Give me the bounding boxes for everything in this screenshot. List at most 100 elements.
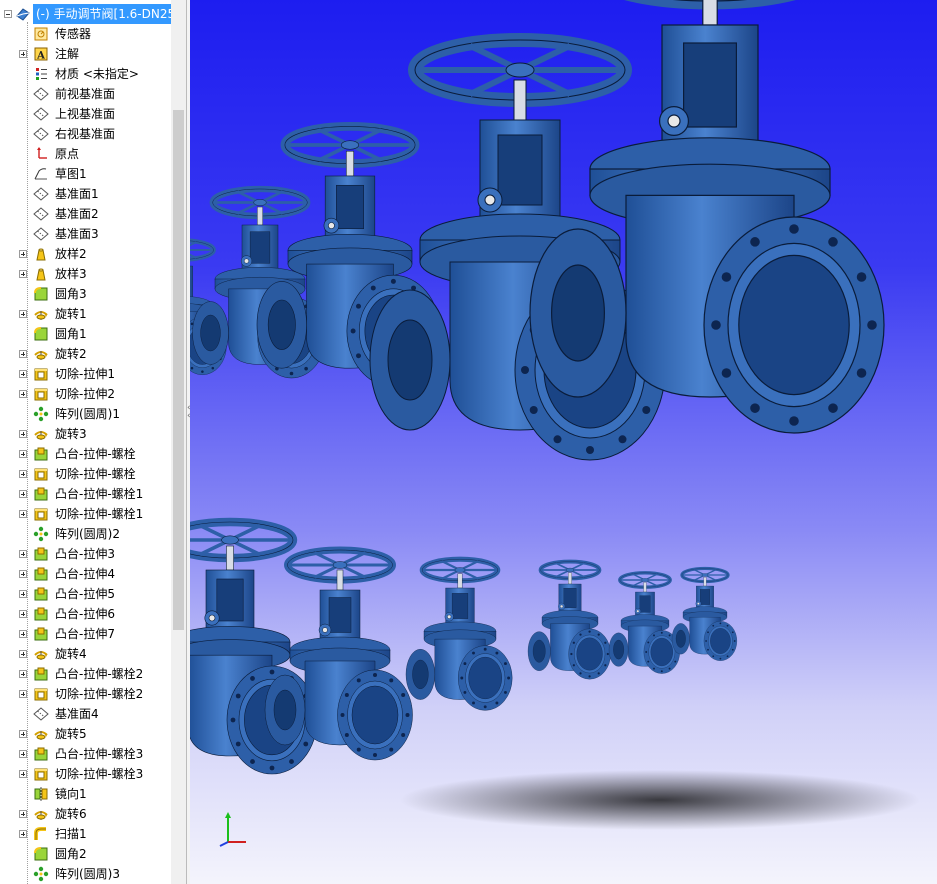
tree-item-label: 右视基准面 xyxy=(55,127,116,141)
expand-icon[interactable] xyxy=(19,650,27,658)
expand-icon[interactable] xyxy=(19,50,27,58)
tree-item-label: 旋转5 xyxy=(55,727,87,741)
expand-icon[interactable] xyxy=(19,490,27,498)
tree-root-part[interactable]: (-) 手动调节阀[1.6-DN25 xyxy=(0,4,179,24)
gate-valve-model xyxy=(527,559,611,680)
expand-icon[interactable] xyxy=(19,390,27,398)
gate-valve-model xyxy=(608,571,680,674)
svg-text:A: A xyxy=(36,51,45,62)
tree-item-label: 凸台-拉伸4 xyxy=(55,567,115,581)
revolve-icon xyxy=(34,311,48,320)
tree-item-label: 凸台-拉伸-螺栓3 xyxy=(55,747,144,761)
tree-item-label: 旋转2 xyxy=(55,347,87,361)
gate-valve-model xyxy=(671,566,738,661)
expand-icon[interactable] xyxy=(19,630,27,638)
expand-icon[interactable] xyxy=(19,250,27,258)
sensor-icon xyxy=(34,27,48,41)
expand-icon[interactable] xyxy=(19,730,27,738)
tree-scrollbar[interactable] xyxy=(171,0,186,884)
tree-item-label: 阵列(圆周)3 xyxy=(55,867,120,881)
tree-item-label: 凸台-拉伸3 xyxy=(55,547,115,561)
tree-item-label: 基准面4 xyxy=(55,707,99,721)
tree-item-label: 凸台-拉伸-螺栓 xyxy=(55,447,136,461)
tree-item-label: 切除-拉伸1 xyxy=(55,367,115,381)
expand-icon[interactable] xyxy=(19,350,27,358)
tree-item-label: 切除-拉伸-螺栓3 xyxy=(55,767,144,781)
plane-icon xyxy=(33,187,49,201)
gate-valve-model xyxy=(529,0,885,434)
tree-item-label: 圆角1 xyxy=(55,327,87,341)
tree-item-label: 扫描1 xyxy=(55,827,87,841)
expand-icon[interactable] xyxy=(19,450,27,458)
tree-item-label: 基准面3 xyxy=(55,227,99,241)
tree-item-label: 基准面1 xyxy=(55,187,99,201)
sweep-icon xyxy=(34,827,46,840)
collapse-icon[interactable] xyxy=(4,10,12,18)
tree-item-label: 注解 xyxy=(55,47,80,61)
expand-icon[interactable] xyxy=(19,550,27,558)
expand-icon[interactable] xyxy=(19,370,27,378)
plane-icon xyxy=(33,127,49,141)
expand-icon[interactable] xyxy=(19,310,27,318)
loft-icon xyxy=(36,248,46,261)
tree-item-label: 切除-拉伸2 xyxy=(55,387,115,401)
expand-icon[interactable] xyxy=(19,470,27,478)
tree-item-label: 放样2 xyxy=(55,247,87,261)
tree-item-label: 切除-拉伸-螺栓2 xyxy=(55,687,144,701)
tree-item-label: 基准面2 xyxy=(55,207,99,221)
expand-icon[interactable] xyxy=(19,270,27,278)
expand-icon[interactable] xyxy=(19,810,27,818)
boss-extrude-icon xyxy=(34,667,48,681)
cut-extrude-icon xyxy=(34,468,48,481)
tree-item-label: 传感器 xyxy=(55,27,92,41)
tree-item-label: 圆角2 xyxy=(55,847,87,861)
expand-icon[interactable] xyxy=(19,570,27,578)
boss-extrude-icon xyxy=(34,547,48,561)
expand-icon[interactable] xyxy=(19,430,27,438)
scrollbar-thumb[interactable] xyxy=(173,110,184,630)
tree-item-label: 凸台-拉伸-螺栓2 xyxy=(55,667,144,681)
sketch-icon xyxy=(34,168,47,180)
plane-icon xyxy=(33,107,49,121)
expand-icon[interactable] xyxy=(19,670,27,678)
floor-shadow xyxy=(400,770,920,830)
expand-icon[interactable] xyxy=(19,830,27,838)
part-icon xyxy=(16,8,30,21)
boss-extrude-icon xyxy=(34,567,48,581)
expand-icon[interactable] xyxy=(19,610,27,618)
mirror-icon xyxy=(34,787,48,801)
cut-extrude-icon xyxy=(34,688,48,701)
boss-extrude-icon xyxy=(34,627,48,641)
cut-extrude-icon xyxy=(34,768,48,781)
plane-icon xyxy=(33,87,49,101)
tree-item-label: 放样3 xyxy=(55,267,87,281)
tree-item-label: 阵列(圆周)2 xyxy=(55,527,120,541)
tree-item-label: 旋转3 xyxy=(55,427,87,441)
tree-item-label: 原点 xyxy=(55,147,80,161)
circular-pattern-icon xyxy=(33,866,49,882)
gate-valve-model xyxy=(369,33,666,461)
boss-extrude-icon xyxy=(34,607,48,621)
origin-icon xyxy=(37,147,47,159)
tree-item-label: 切除-拉伸-螺栓1 xyxy=(55,507,144,521)
tree-item-label: 凸台-拉伸7 xyxy=(55,627,115,641)
plane-icon xyxy=(33,707,49,721)
cut-extrude-icon xyxy=(34,508,48,521)
expand-icon[interactable] xyxy=(19,510,27,518)
expand-icon[interactable] xyxy=(19,770,27,778)
graphics-viewport[interactable] xyxy=(190,0,937,884)
expand-icon[interactable] xyxy=(19,690,27,698)
circular-pattern-icon xyxy=(33,406,49,422)
boss-extrude-icon xyxy=(34,747,48,761)
tree-item-label: 旋转1 xyxy=(55,307,87,321)
expand-icon[interactable] xyxy=(19,590,27,598)
fillet-icon xyxy=(34,287,48,301)
material-icon xyxy=(36,68,47,80)
revolve-icon xyxy=(34,351,48,360)
plane-icon xyxy=(33,207,49,221)
valve-model-render xyxy=(190,0,920,830)
revolve-icon xyxy=(34,651,48,660)
expand-icon[interactable] xyxy=(19,750,27,758)
tree-connector-line xyxy=(27,22,28,884)
tree-item-label: 镜向1 xyxy=(55,787,87,801)
